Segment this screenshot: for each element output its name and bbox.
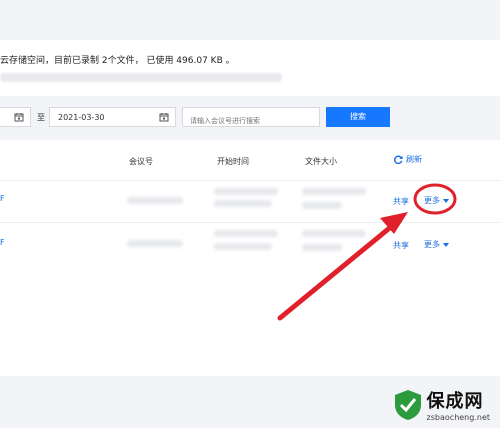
shield-check-icon bbox=[394, 389, 421, 420]
watermark: 保成网 zsbaocheng.net bbox=[393, 387, 490, 422]
annotation-arrow-shaft bbox=[277, 223, 395, 321]
watermark-title: 保成网 bbox=[426, 391, 484, 412]
watermark-subtitle: zsbaocheng.net bbox=[426, 413, 490, 422]
annotation-overlay bbox=[277, 183, 457, 321]
highlight-circle bbox=[413, 183, 457, 215]
